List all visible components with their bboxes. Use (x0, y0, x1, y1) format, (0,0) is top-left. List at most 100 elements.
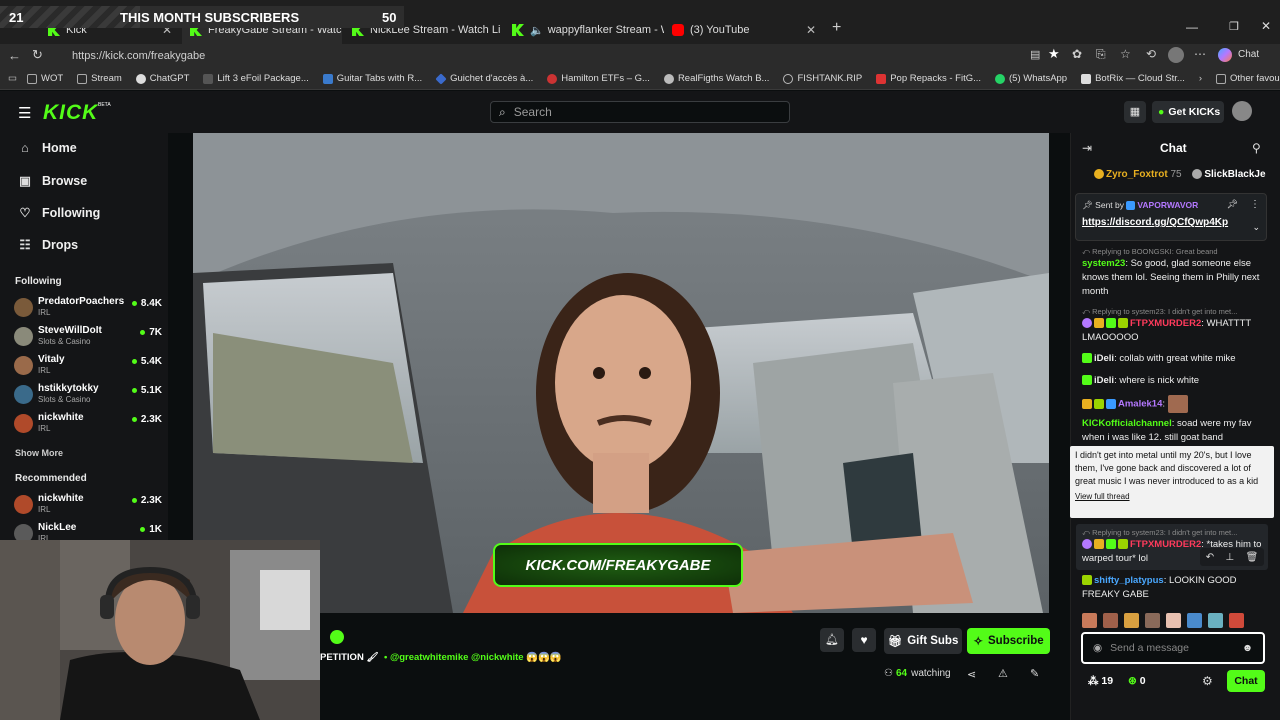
reply-icon[interactable]: ↶ (1206, 552, 1214, 563)
following-channel[interactable]: SteveWillDoIt Slots & Casino 7K (14, 325, 162, 351)
pin-icon[interactable]: 📌︎ (1227, 199, 1238, 210)
speaker-icon: 🔈 (530, 24, 544, 37)
more-menu-icon[interactable]: ⋯ (1194, 47, 1206, 61)
user-avatar[interactable] (1232, 101, 1252, 121)
chat-message[interactable]: KICKofficialchannel: soad were my fav wh… (1082, 417, 1268, 445)
following-channel[interactable]: nickwhite IRL 2.3K (14, 412, 162, 438)
bookmarks-menu-icon[interactable]: ▭ (8, 73, 17, 84)
chat-message[interactable]: FTPXMURDER2: WHATTTT LMAOOOOO (1082, 317, 1268, 345)
library-icon[interactable]: ▦ (1124, 101, 1146, 123)
emote-icon[interactable] (1103, 613, 1118, 628)
crown-icon (1094, 539, 1104, 550)
bookmark-item[interactable]: Lift 3 eFoil Package... (203, 73, 309, 84)
maximize-button[interactable]: ❐ (1229, 20, 1239, 33)
chevron-right-icon[interactable]: › (1199, 73, 1202, 84)
guichet-icon (435, 72, 447, 85)
subscribe-button[interactable]: ✧ Subscribe (967, 628, 1050, 654)
reader-icon[interactable]: ▤ (1030, 48, 1040, 61)
browse-icon: ▣ (19, 174, 31, 188)
delete-icon[interactable]: 🗑︎ (1246, 552, 1259, 563)
kick-logo[interactable]: KICK (43, 101, 98, 125)
gift-subs-button[interactable]: 🎁︎ Gift Subs (884, 628, 962, 654)
emote-icon[interactable] (1145, 613, 1160, 628)
emote-icon[interactable] (1124, 613, 1139, 628)
bookmark-item[interactable]: BotRix — Cloud Str... (1081, 73, 1185, 84)
emote-icon[interactable] (1229, 613, 1244, 628)
chat-message[interactable]: Amalek14: (1082, 395, 1268, 413)
following-channel[interactable]: Vitaly IRL 5.4K (14, 354, 162, 380)
chat-input[interactable]: ◉ Send a message ☻ (1081, 632, 1265, 664)
chat-message[interactable]: shifty_platypus: LOOKIN GOOD FREAKY GABE (1082, 574, 1268, 602)
pinned-link[interactable]: https://discord.gg/QCfQwp4Kp (1082, 217, 1228, 228)
follow-heart-button[interactable]: ♥ (852, 628, 876, 652)
emoji-icon[interactable]: ☻ (1242, 642, 1253, 654)
bookmark-item[interactable]: Hamilton ETFs – G... (547, 73, 650, 84)
recommended-channel[interactable]: nickwhite IRL 2.3K (14, 493, 162, 519)
profile-avatar[interactable] (1168, 47, 1184, 63)
extensions-icon[interactable]: ✿ (1072, 47, 1082, 61)
nav-browse[interactable]: ▣ Browse (18, 173, 87, 189)
new-tab-button[interactable]: + (832, 19, 841, 37)
bookmark-item[interactable]: ChatGPT (135, 73, 189, 84)
tab-youtube[interactable]: (3) YouTube ✕ (664, 16, 824, 44)
emote-icon[interactable] (1187, 613, 1202, 628)
bookmark-item[interactable]: WOT (26, 73, 63, 84)
copilot-chat-label[interactable]: Chat (1238, 49, 1259, 60)
more-options-icon[interactable]: ⋮ (1250, 199, 1260, 210)
bookmark-item[interactable]: RealFigths Watch B... (663, 73, 769, 84)
collapse-chat-icon[interactable]: ⇥ (1082, 141, 1092, 155)
emote-icon[interactable] (1166, 613, 1181, 628)
following-channel[interactable]: PredatorPoachers IRL 8.4K (14, 296, 162, 322)
youtube-icon (672, 24, 684, 36)
chat-message[interactable]: system23: So good, glad someone else kno… (1082, 257, 1268, 299)
bookmark-item[interactable]: Guichet d'accès à... (435, 72, 533, 85)
bookmark-item[interactable]: Stream (77, 73, 122, 84)
get-kicks-button[interactable]: ● Get KICKs (1152, 101, 1224, 123)
split-screen-icon[interactable]: ⎘ (1096, 47, 1106, 62)
emote-icon[interactable] (1082, 613, 1097, 628)
nav-drops[interactable]: ☷ Drops (18, 237, 78, 253)
favorites-icon[interactable]: ☆ (1120, 47, 1131, 61)
nav-following[interactable]: ♡ Following (18, 205, 100, 221)
bookmark-item[interactable]: Guitar Tabs with R... (322, 73, 422, 84)
show-more-link[interactable]: Show More (15, 448, 63, 458)
other-favourites[interactable]: Other favourites (1216, 73, 1280, 84)
avatar (14, 298, 33, 317)
hamburger-menu-icon[interactable]: ☰ (18, 104, 31, 122)
points-balance[interactable]: ⊛ 0 (1128, 675, 1146, 687)
chevron-down-icon[interactable]: ⌄ (1252, 222, 1260, 233)
pin-icon[interactable]: ⊥ (1225, 552, 1234, 563)
view-full-thread-link[interactable]: View full thread (1075, 490, 1269, 503)
webcam-video (0, 540, 320, 720)
nav-home[interactable]: ⌂ Home (18, 141, 77, 155)
bookmark-item[interactable]: Pop Repacks - FitG... (876, 73, 981, 84)
url-field[interactable]: https://kick.com/freakygabe (62, 47, 1022, 65)
copilot-icon[interactable] (1218, 48, 1232, 62)
avatar (14, 385, 33, 404)
history-icon[interactable]: ⟲ (1146, 47, 1156, 61)
bell-icon[interactable]: 🔔︎ (820, 628, 844, 652)
clip-icon[interactable]: ✎ (1030, 667, 1039, 680)
settings-gear-icon[interactable]: ⚙ (1202, 674, 1213, 688)
bookmark-item[interactable]: (5) WhatsApp (995, 73, 1067, 84)
kicks-balance[interactable]: ⁂ 19 (1088, 675, 1113, 687)
video-player[interactable]: KICK.COM/FREAKYGABE (193, 133, 1049, 613)
tab-wappyflanker[interactable]: 🔈wappyflanker Stream - Watch✕ (504, 16, 664, 44)
close-icon[interactable]: ✕ (800, 23, 816, 37)
close-window-button[interactable]: ✕ (1261, 19, 1271, 33)
chat-message[interactable]: iDeli: collab with great white mike (1082, 352, 1268, 366)
refresh-icon[interactable]: ↻ (32, 47, 43, 63)
minimize-button[interactable]: — (1186, 20, 1198, 34)
chat-users-icon[interactable]: ⚲ (1252, 141, 1261, 155)
send-chat-button[interactable]: Chat (1227, 670, 1265, 692)
bookmark-item[interactable]: FISHTANK.RIP (783, 73, 862, 84)
following-channel[interactable]: hstikkytokky Slots & Casino 5.1K (14, 383, 162, 409)
emote-icon[interactable] (1208, 613, 1223, 628)
report-icon[interactable]: ⚠ (998, 667, 1008, 680)
share-icon[interactable]: ⋖ (967, 668, 976, 681)
chatgpt-icon (135, 73, 146, 84)
search-input[interactable]: ⌕ Search (490, 101, 790, 123)
favorite-star-icon[interactable]: ★ (1048, 46, 1060, 62)
back-icon[interactable]: ← (8, 48, 21, 63)
chat-message[interactable]: iDeli: where is nick white (1082, 374, 1268, 388)
